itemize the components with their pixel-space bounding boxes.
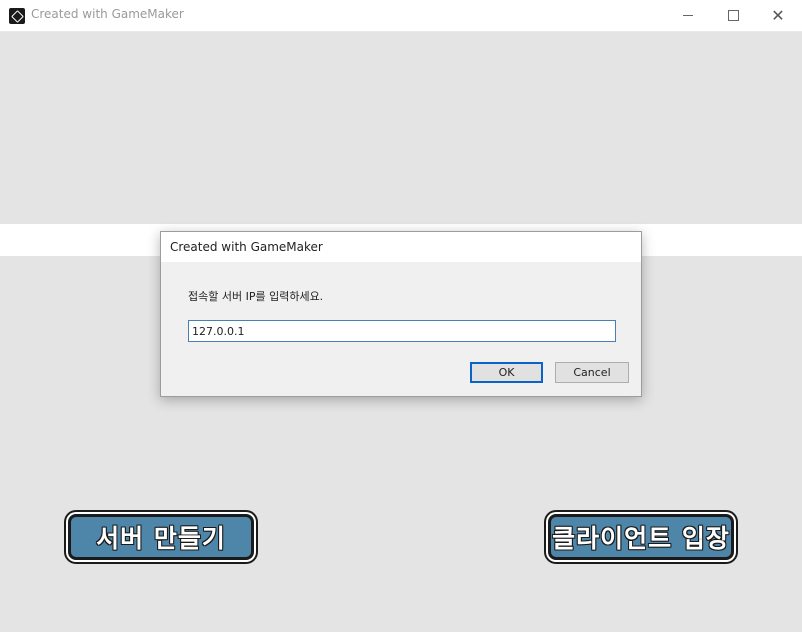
join-client-button[interactable]: 클라이언트 입장: [548, 514, 734, 560]
ip-input-field[interactable]: [188, 320, 616, 342]
window-title: Created with GameMaker: [31, 7, 184, 21]
minimize-button[interactable]: [665, 0, 711, 31]
dialog-prompt: 접속할 서버 IP를 입력하세요.: [188, 290, 324, 303]
gamemaker-icon: [9, 8, 25, 24]
dialog-titlebar[interactable]: Created with GameMaker: [161, 232, 641, 262]
minimize-icon: [683, 15, 693, 16]
create-server-button[interactable]: 서버 만들기: [68, 514, 254, 560]
window-titlebar[interactable]: Created with GameMaker ✕: [0, 0, 802, 32]
ip-input-dialog: Created with GameMaker 접속할 서버 IP를 입력하세요.…: [160, 231, 642, 397]
maximize-button[interactable]: [710, 0, 756, 31]
close-button[interactable]: ✕: [755, 0, 801, 31]
close-icon: ✕: [771, 5, 785, 25]
dialog-title: Created with GameMaker: [170, 240, 323, 254]
maximize-icon: [727, 10, 739, 21]
cancel-button[interactable]: Cancel: [555, 362, 629, 383]
ok-button[interactable]: OK: [470, 362, 543, 383]
